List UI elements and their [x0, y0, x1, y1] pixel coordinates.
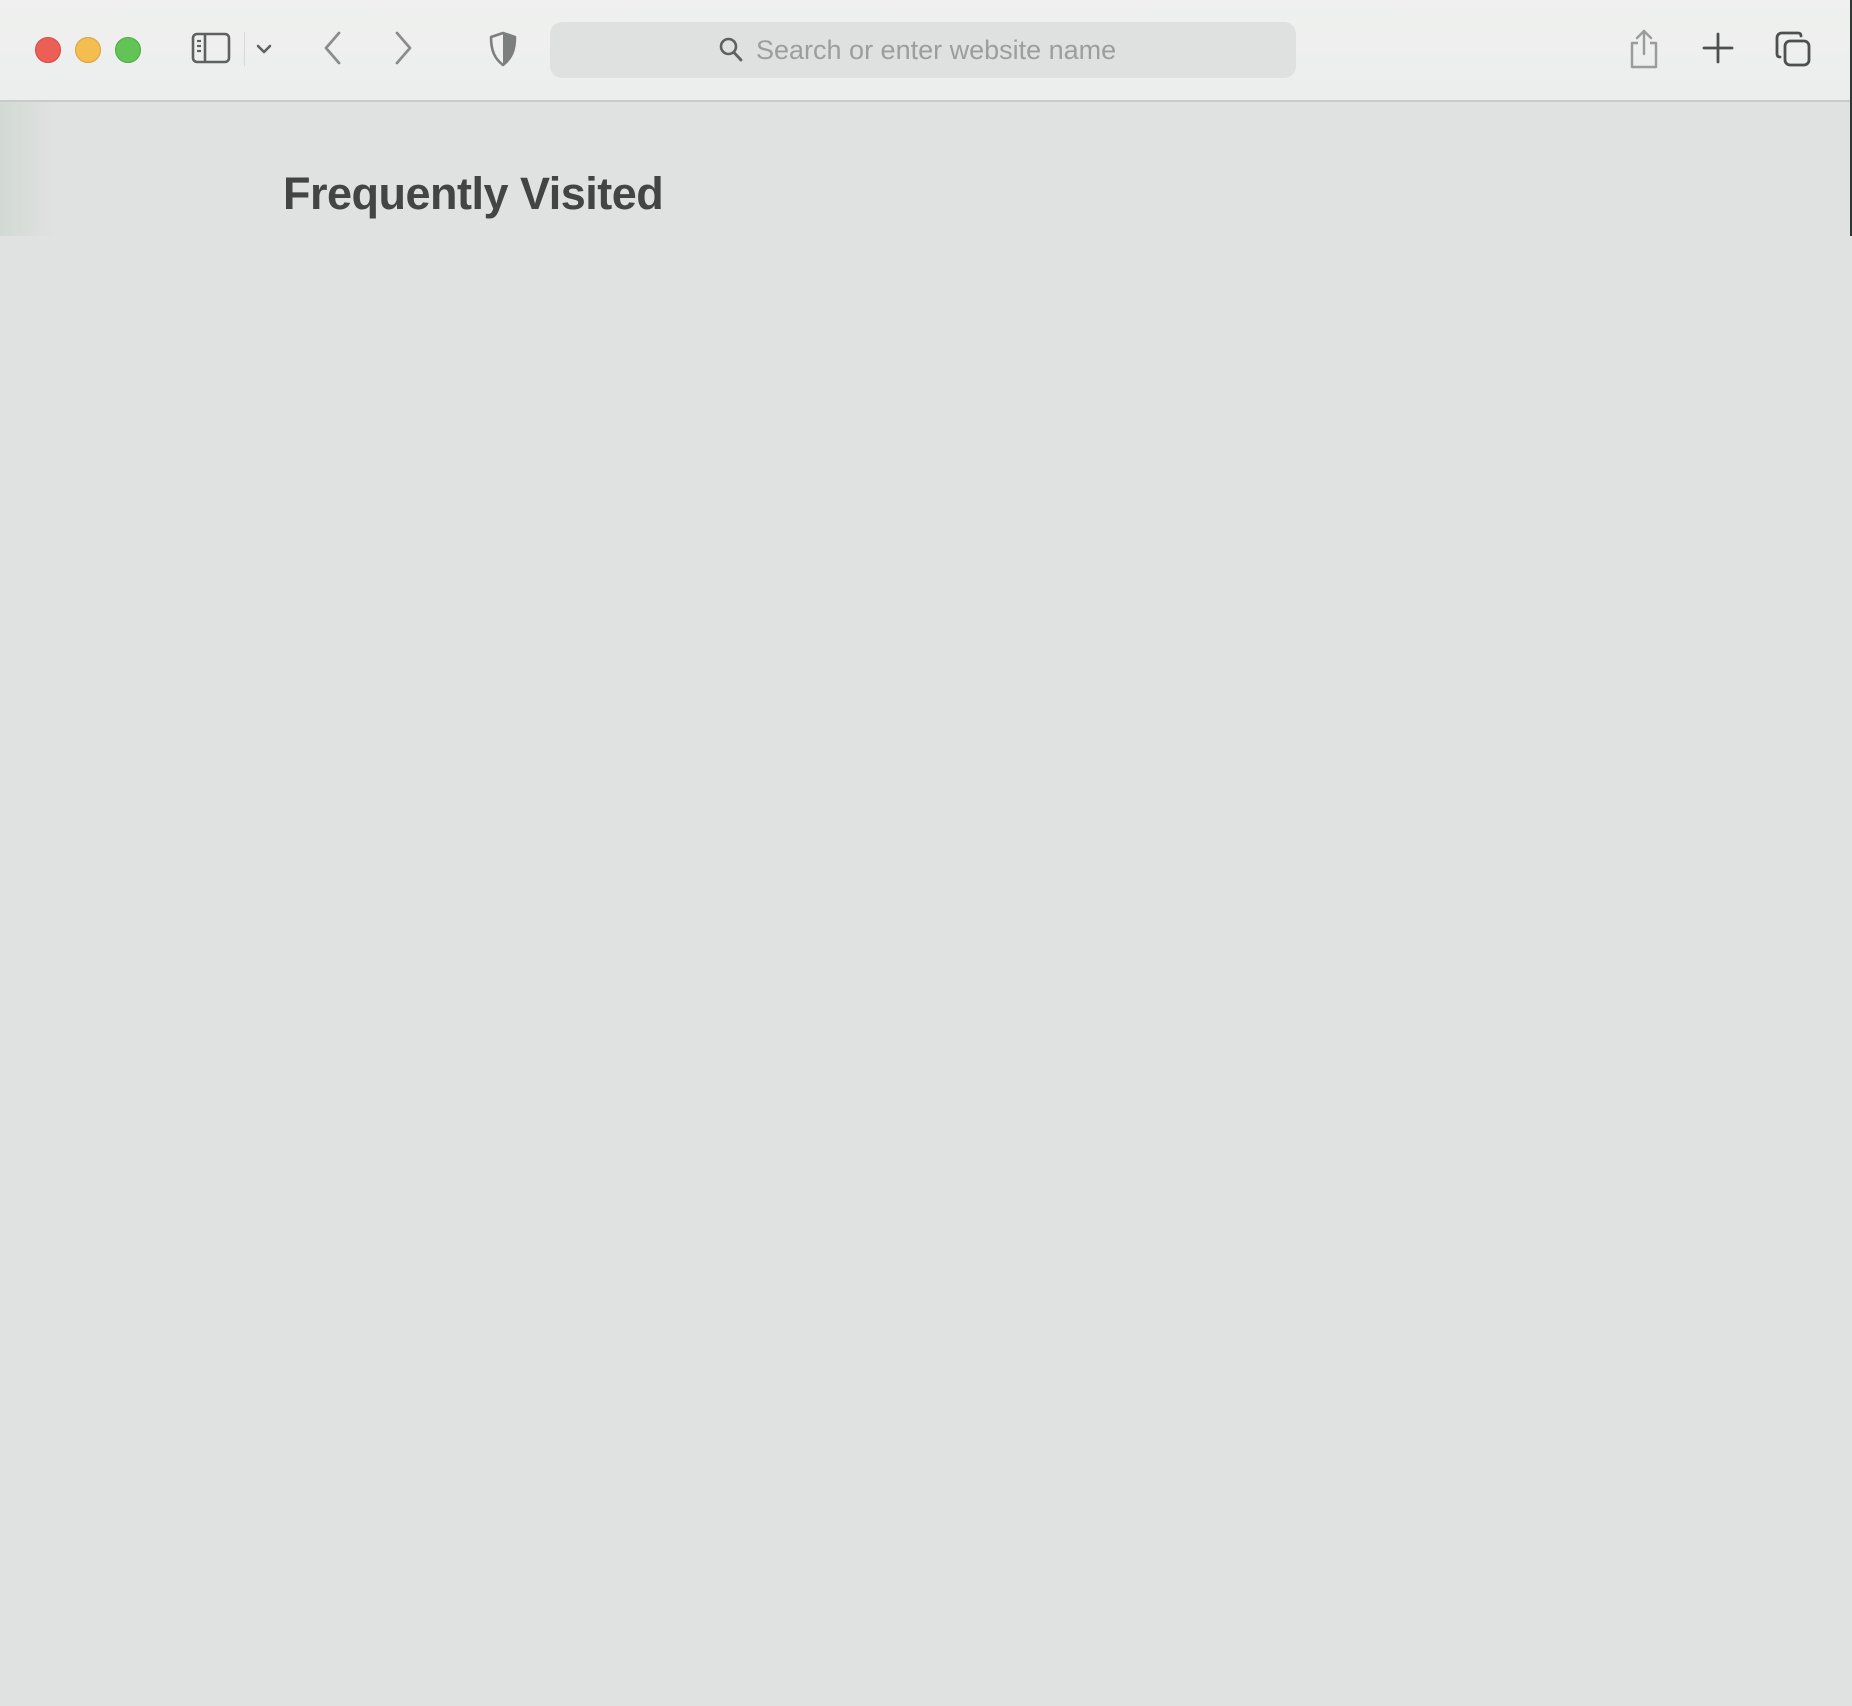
search-icon [718, 36, 744, 64]
new-tab-button[interactable] [1698, 28, 1738, 68]
frequently-visited-heading: Frequently Visited [283, 168, 664, 219]
tab-overview-icon [1774, 30, 1812, 68]
address-bar[interactable] [550, 22, 1296, 78]
sidebar-menu-button[interactable] [252, 34, 276, 64]
shield-icon [488, 31, 518, 67]
chevron-left-icon [322, 30, 344, 66]
share-button[interactable] [1624, 24, 1664, 74]
chevron-down-icon [255, 43, 273, 55]
forward-button[interactable] [386, 28, 420, 68]
sidebar-toggle-button[interactable] [186, 28, 236, 68]
start-page: Frequently Visited [0, 102, 1852, 1706]
chevron-right-icon [392, 30, 414, 66]
close-window-button[interactable] [35, 37, 61, 63]
address-input[interactable] [756, 34, 1128, 66]
toolbar-divider [244, 32, 245, 66]
share-icon [1627, 28, 1661, 70]
toolbar [0, 0, 1852, 102]
back-button[interactable] [316, 28, 350, 68]
privacy-report-button[interactable] [486, 28, 520, 70]
maximize-window-button[interactable] [115, 37, 141, 63]
browser-window: Frequently Visited [0, 0, 1852, 1706]
minimize-window-button[interactable] [75, 37, 101, 63]
plus-icon [1702, 32, 1734, 64]
tab-overview-button[interactable] [1772, 28, 1814, 70]
sidebar-icon [191, 32, 231, 64]
